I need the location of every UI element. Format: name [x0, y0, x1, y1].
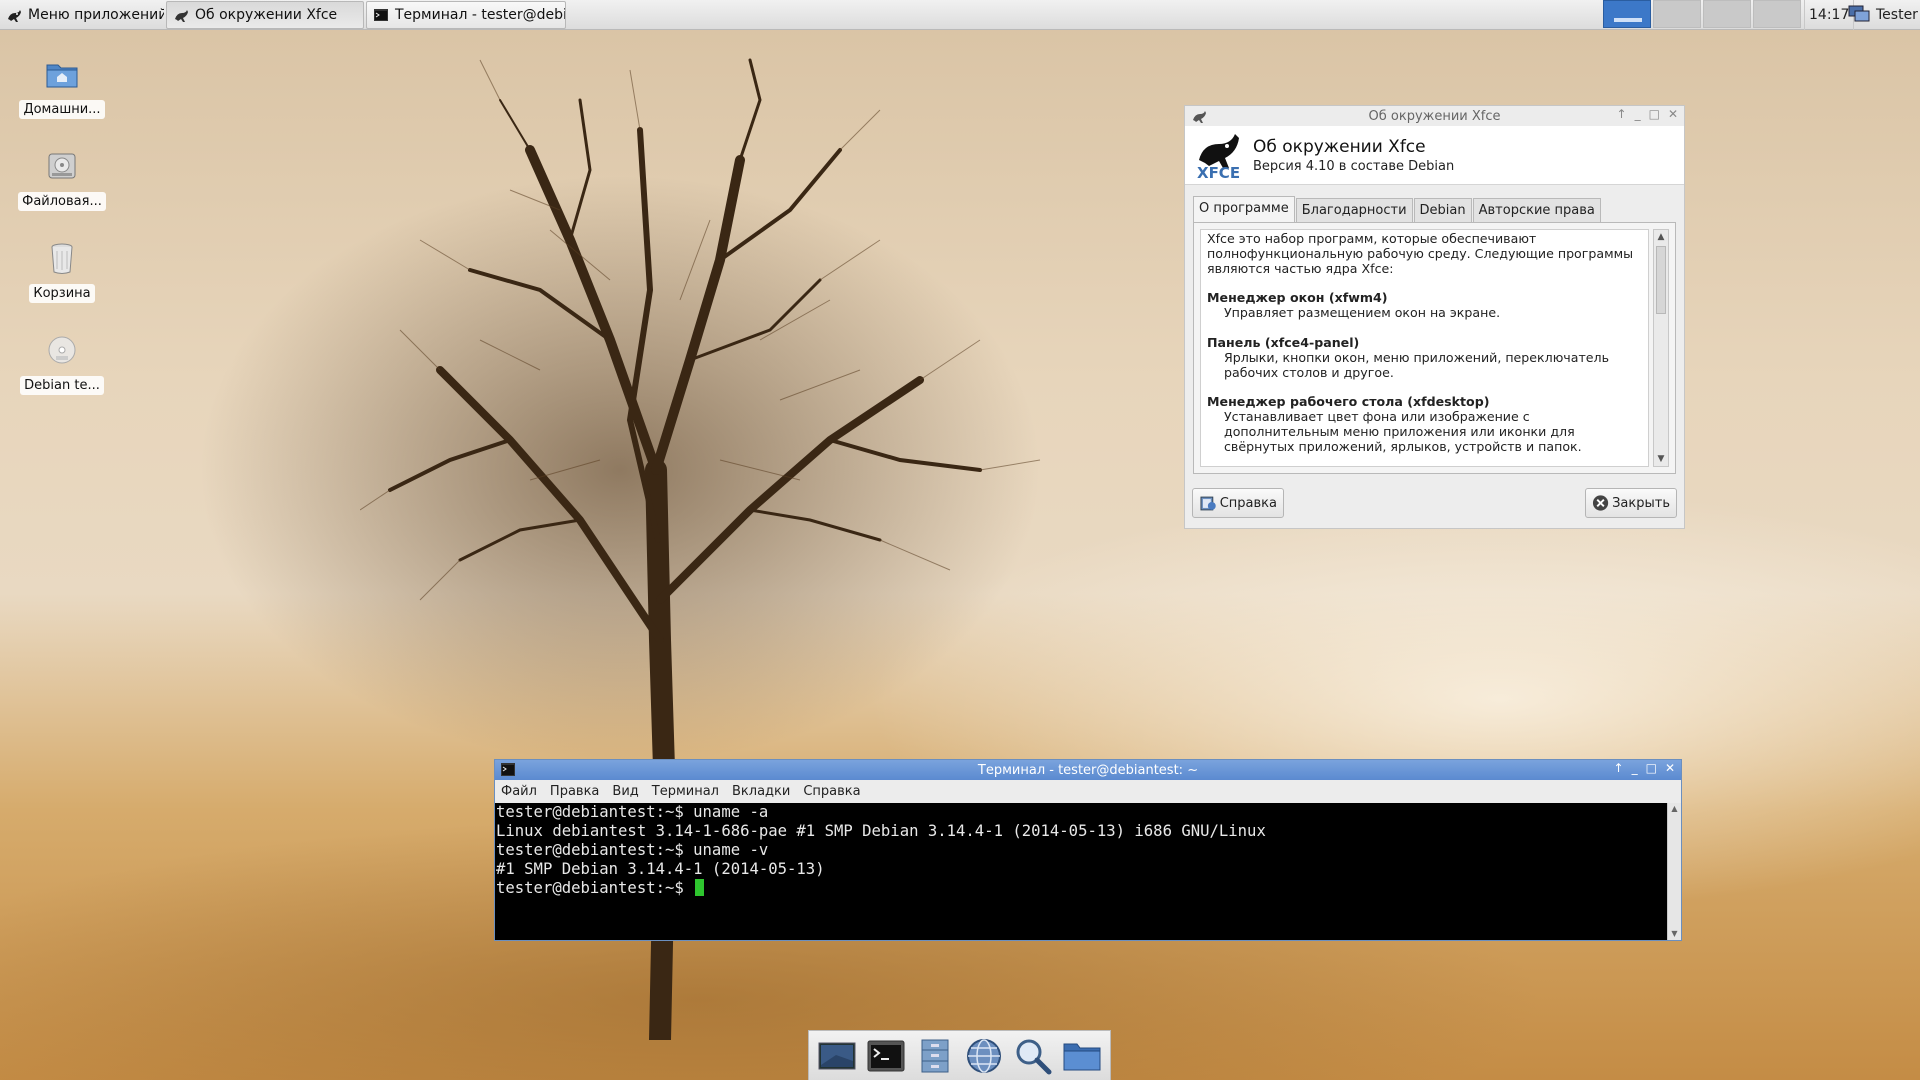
panel-user-name[interactable]: Tester [1876, 0, 1918, 30]
terminal-icon[interactable] [865, 1035, 907, 1077]
workspace-switcher [1603, 0, 1803, 30]
tab-debian[interactable]: Debian [1413, 198, 1472, 223]
desktop-icon-home[interactable]: Домашни... [16, 56, 108, 119]
xfce-logo-icon: XFCE [1197, 134, 1240, 180]
tab-credits[interactable]: Благодарности [1295, 198, 1413, 223]
about-tab-panel: Xfce это набор программ, которые обеспеч… [1193, 222, 1676, 474]
terminal-menubar: Файл Правка Вид Терминал Вкладки Справка [495, 780, 1681, 802]
window-shade-icon[interactable]: ↑ [1617, 107, 1627, 121]
close-button[interactable]: Закрыть [1585, 488, 1677, 518]
scroll-down-icon[interactable]: ▼ [1668, 928, 1681, 940]
about-heading: Об окружении Xfce [1253, 136, 1426, 157]
show-desktop-icon[interactable] [816, 1035, 858, 1077]
home-folder-icon [46, 64, 78, 88]
search-icon[interactable] [1012, 1035, 1054, 1077]
window-minimize-icon[interactable]: _ [1635, 107, 1641, 121]
about-intro: Xfce это набор программ, которые обеспеч… [1207, 231, 1634, 276]
help-icon [1200, 496, 1216, 511]
component-desc: Устанавливает цвет фона или изображение … [1224, 409, 1582, 454]
help-button-label: Справка [1219, 495, 1277, 511]
taskbar-item-terminal[interactable]: Терминал - tester@debi... [366, 0, 566, 29]
terminal-line: tester@debiantest:~$ uname -v [496, 841, 769, 859]
help-button[interactable]: Справка [1192, 488, 1284, 518]
workspace-2[interactable] [1653, 0, 1701, 28]
desktop-icon-debian-dvd[interactable]: Debian te... [16, 332, 108, 395]
component-desc: Управляет размещением окон на экране. [1224, 305, 1501, 321]
about-scrollbar[interactable]: ▲ ▼ [1653, 229, 1669, 467]
terminal-cursor [695, 879, 705, 896]
about-text-area[interactable]: Xfce это набор программ, которые обеспеч… [1200, 229, 1649, 467]
terminal-window: Терминал - tester@debiantest: ~ ↑ _ □ ✕ … [494, 759, 1682, 941]
about-header: XFCE Об окружении Xfce Версия 4.10 в сос… [1185, 126, 1684, 185]
tab-copyright[interactable]: Авторские права [1472, 198, 1601, 223]
taskbar-item-label: Терминал - tester@debi... [395, 6, 566, 23]
desktop-icon-label: Корзина [29, 284, 95, 303]
about-xfce-window: Об окружении Xfce ↑ _ □ ✕ XFCE Об окруже… [1184, 105, 1685, 529]
window-title: Об окружении Xfce [1368, 108, 1501, 124]
xfce-mouse-icon [1193, 111, 1206, 123]
terminal-icon [374, 8, 388, 21]
folder-icon[interactable] [1061, 1035, 1103, 1077]
filesystem-drive-icon [48, 153, 76, 179]
window-minimize-icon[interactable]: _ [1632, 761, 1638, 775]
network-monitor-icon[interactable] [1848, 3, 1870, 25]
svg-text:XFCE: XFCE [1197, 164, 1240, 180]
bottom-dock [808, 1030, 1111, 1080]
workspace-4[interactable] [1753, 0, 1801, 28]
terminal-scrollbar[interactable]: ▲ ▼ [1667, 803, 1681, 940]
menu-help[interactable]: Справка [803, 784, 860, 799]
taskbar-item-label: Об окружении Xfce [195, 6, 338, 23]
about-window-titlebar[interactable]: Об окружении Xfce ↑ _ □ ✕ [1185, 106, 1684, 126]
panel-clock[interactable]: 14:17 [1804, 0, 1855, 30]
component-name: Менеджер окон (xfwm4) [1207, 290, 1388, 306]
window-shade-icon[interactable]: ↑ [1614, 761, 1624, 775]
desktop-icon-label: Файловая... [18, 192, 106, 211]
about-tabs: О программе Благодарности Debian Авторск… [1193, 196, 1602, 223]
window-close-icon[interactable]: ✕ [1665, 761, 1675, 775]
window-maximize-icon[interactable]: □ [1646, 761, 1657, 775]
taskbar-item-about-xfce[interactable]: Об окружении Xfce [166, 0, 364, 29]
tab-about[interactable]: О программе [1193, 196, 1295, 223]
terminal-icon [501, 763, 515, 776]
terminal-line: tester@debiantest:~$ uname -a [496, 803, 769, 821]
desktop-icon-label: Debian te... [20, 376, 104, 395]
web-browser-icon[interactable] [963, 1035, 1005, 1077]
file-manager-icon[interactable] [914, 1035, 956, 1077]
scroll-up-icon[interactable]: ▲ [1654, 230, 1668, 244]
menu-view[interactable]: Вид [612, 784, 638, 799]
component-name: Панель (xfce4-panel) [1207, 334, 1360, 350]
terminal-prompt-line: tester@debiantest:~$ [496, 879, 1666, 898]
trash-icon [51, 243, 73, 274]
menu-tabs[interactable]: Вкладки [732, 784, 790, 799]
component-desc: Ярлыки, кнопки окон, меню приложений, пе… [1224, 349, 1610, 380]
terminal-titlebar[interactable]: Терминал - tester@debiantest: ~ ↑ _ □ ✕ [495, 760, 1681, 780]
dvd-disc-icon [48, 336, 76, 364]
xfce-mouse-icon [175, 9, 188, 22]
close-icon [1592, 495, 1609, 511]
scroll-up-icon[interactable]: ▲ [1668, 803, 1681, 815]
about-version: Версия 4.10 в составе Debian [1253, 158, 1455, 174]
applications-menu-label: Меню приложений [28, 6, 164, 23]
terminal-line: Linux debiantest 3.14-1-686-pae #1 SMP D… [496, 822, 1266, 840]
workspace-1[interactable] [1603, 0, 1651, 28]
applications-menu-button[interactable]: Меню приложений [0, 1, 164, 29]
menu-terminal[interactable]: Терминал [652, 784, 719, 799]
terminal-output[interactable]: tester@debiantest:~$ uname -a Linux debia… [495, 803, 1667, 940]
terminal-prompt: tester@debiantest:~$ [496, 879, 694, 897]
desktop-icon-filesystem[interactable]: Файловая... [16, 148, 108, 211]
window-close-icon[interactable]: ✕ [1668, 107, 1678, 121]
xfce-mouse-icon [8, 9, 21, 22]
close-button-label: Закрыть [1612, 495, 1670, 511]
menu-file[interactable]: Файл [501, 784, 537, 799]
menu-edit[interactable]: Правка [550, 784, 599, 799]
scroll-thumb[interactable] [1656, 246, 1666, 314]
window-title: Терминал - tester@debiantest: ~ [977, 762, 1199, 778]
desktop-icon-trash[interactable]: Корзина [16, 240, 108, 303]
component-name: Менеджер рабочего стола (xfdesktop) [1207, 394, 1490, 410]
scroll-down-icon[interactable]: ▼ [1654, 452, 1668, 466]
workspace-3[interactable] [1703, 0, 1751, 28]
terminal-line: #1 SMP Debian 3.14.4-1 (2014-05-13) [496, 860, 825, 878]
window-maximize-icon[interactable]: □ [1649, 107, 1660, 121]
desktop-icon-label: Домашни... [19, 100, 105, 119]
